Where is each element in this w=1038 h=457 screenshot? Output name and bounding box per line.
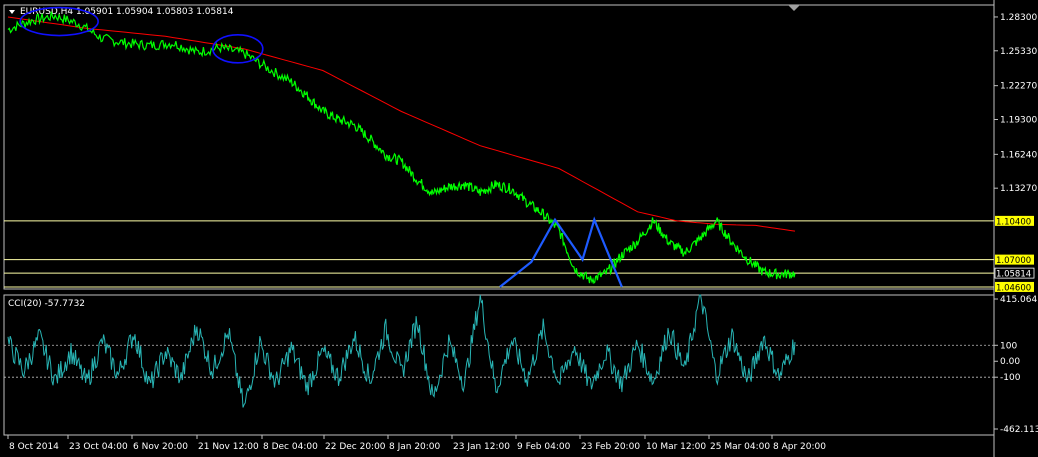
time-axis-label: 23 Feb 20:00: [581, 442, 640, 452]
price-axis-label: 1.19300: [1000, 115, 1037, 125]
time-axis-label: 6 Nov 20:00: [133, 442, 188, 452]
time-axis-label: 8 Jan 20:00: [389, 442, 441, 452]
level-price-label: 1.10400: [996, 217, 1031, 227]
double-top-pattern-line[interactable]: [499, 216, 623, 288]
collapse-triangle-icon[interactable]: [9, 10, 15, 14]
time-axis-label: 23 Jan 12:00: [453, 442, 510, 452]
time-axis-label: 21 Nov 12:00: [198, 442, 259, 452]
metatrader-chart: EURUSD,H4 1.05901 1.05904 1.05803 1.0581…: [3, 0, 1038, 457]
current-price-label: 1.05814: [996, 270, 1031, 280]
indicator-panel-frame: [3, 294, 995, 436]
indicator-axis-label: -462.1133: [1000, 425, 1038, 435]
price-axis-label: 1.22270: [1000, 82, 1037, 92]
price-axis-label: 1.25330: [1000, 47, 1037, 57]
time-axis-label: 8 Oct 2014: [9, 442, 59, 452]
indicator-axis-label: -100: [1000, 373, 1021, 383]
time-axis-label: 8 Dec 04:00: [263, 442, 318, 452]
price-axis-label: 1.16240: [1000, 150, 1037, 160]
time-axis-label: 25 Mar 04:00: [710, 442, 770, 452]
chart-shift-marker-icon[interactable]: [788, 5, 800, 11]
indicator-axis-label: 100: [1000, 341, 1017, 351]
indicator-axis-label: 415.064: [1000, 295, 1037, 305]
price-axis-label: 1.28300: [1000, 13, 1037, 23]
indicator-label: CCI(20) -57.7732: [8, 299, 85, 309]
cci-line: [7, 294, 796, 408]
time-axis-label: 8 Apr 20:00: [773, 442, 826, 452]
time-axis-label: 9 Feb 04:00: [517, 442, 571, 452]
time-axis-label: 23 Oct 04:00: [69, 442, 128, 452]
indicator-axis-label: 0.00: [1000, 357, 1020, 367]
price-line: [7, 11, 796, 285]
level-price-label: 1.04600: [996, 283, 1031, 293]
level-price-label: 1.07000: [996, 256, 1031, 266]
time-axis-label: 22 Dec 20:00: [325, 442, 386, 452]
time-axis-label: 10 Mar 12:00: [646, 442, 706, 452]
price-axis-label: 1.13270: [1000, 184, 1037, 194]
